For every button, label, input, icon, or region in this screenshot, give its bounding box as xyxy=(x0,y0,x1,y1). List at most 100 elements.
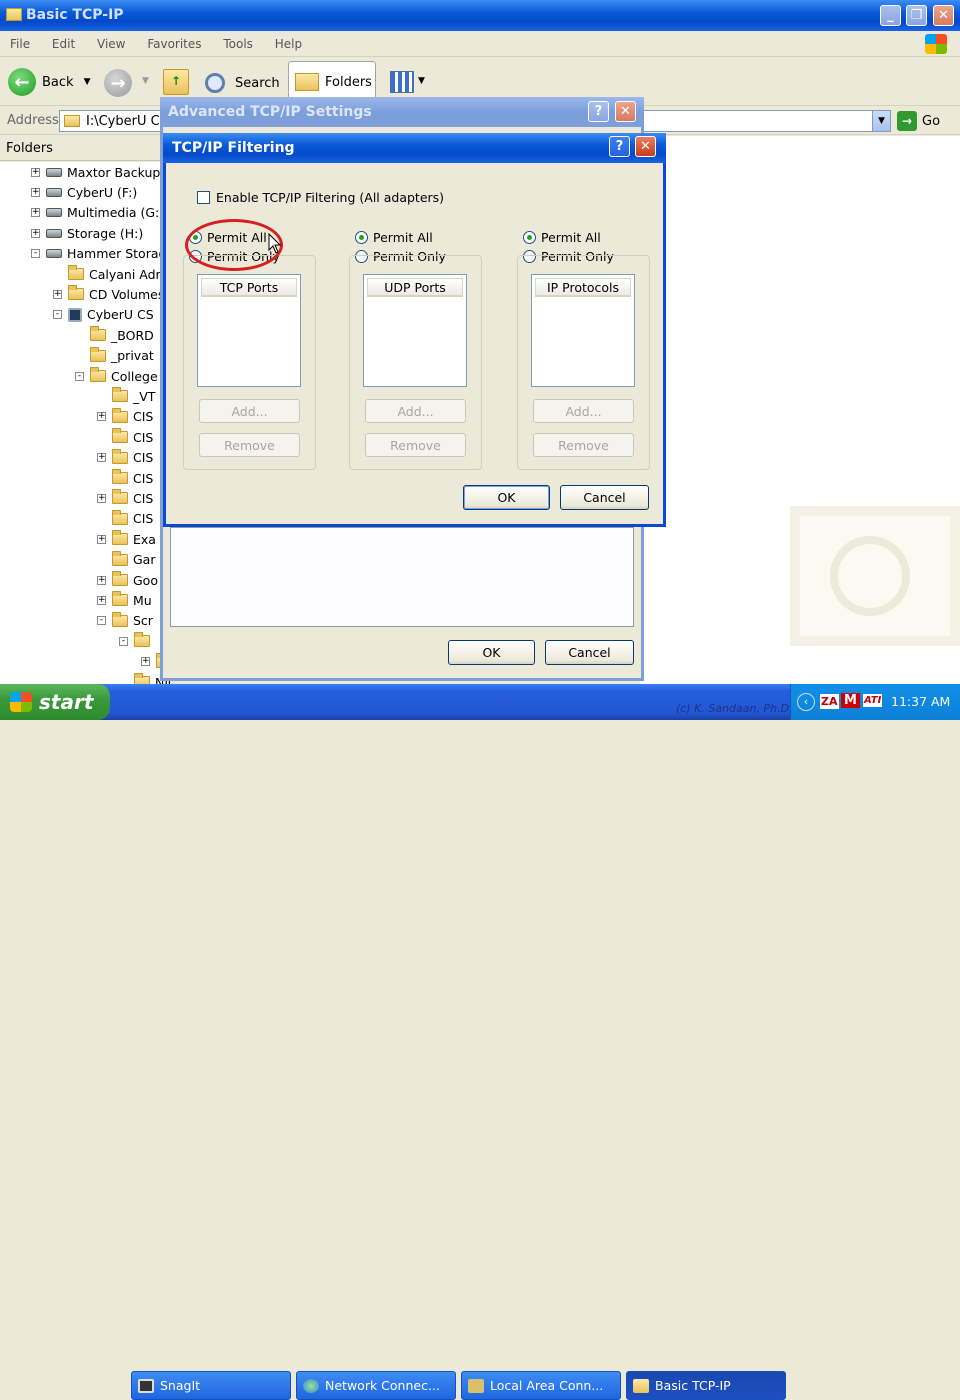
tree-item[interactable]: + Mu xyxy=(0,590,152,610)
chevron-down-icon[interactable]: ▼ xyxy=(872,111,890,131)
expand-icon[interactable]: + xyxy=(53,289,62,299)
chevron-down-icon[interactable]: ▼ xyxy=(142,76,149,86)
tcp-add-button[interactable]: Add... xyxy=(199,399,300,423)
menu-help[interactable]: Help xyxy=(275,37,302,51)
tree-item[interactable]: _privat xyxy=(0,346,154,366)
tree-item[interactable]: + CIS xyxy=(0,448,153,468)
tree-item[interactable]: Calyani Adr xyxy=(0,264,161,284)
expand-icon[interactable]: + xyxy=(97,595,106,605)
tree-item[interactable]: + Exa xyxy=(0,529,156,549)
taskbar-basic-tcpip[interactable]: Basic TCP-IP xyxy=(626,1371,786,1400)
enable-filtering-checkbox[interactable] xyxy=(197,191,210,204)
search-button[interactable]: Search xyxy=(205,68,280,98)
chevron-down-icon[interactable]: ▼ xyxy=(84,77,91,87)
collapse-icon[interactable]: - xyxy=(31,249,40,259)
enable-filtering-checkbox-row[interactable]: Enable TCP/IP Filtering (All adapters) xyxy=(197,190,444,205)
tree-item[interactable]: _BORD xyxy=(0,325,154,345)
tree-item[interactable]: + Maxtor Backup xyxy=(0,162,160,182)
expand-icon[interactable]: + xyxy=(31,167,40,177)
filtering-ok-button[interactable]: OK xyxy=(463,485,550,510)
advanced-titlebar[interactable]: Advanced TCP/IP Settings ? ✕ xyxy=(160,97,644,127)
udp-permit-all-row[interactable]: Permit All xyxy=(355,230,455,246)
collapse-icon[interactable]: - xyxy=(53,310,62,320)
advanced-cancel-button[interactable]: Cancel xyxy=(545,640,634,665)
filtering-titlebar[interactable]: TCP/IP Filtering ? ✕ xyxy=(163,133,666,163)
ip-add-button[interactable]: Add... xyxy=(533,399,634,423)
tree-item[interactable]: CIS xyxy=(0,468,153,488)
help-button[interactable]: ? xyxy=(588,101,609,122)
tree-item[interactable]: CIS xyxy=(0,427,153,447)
taskbar-network-connections[interactable]: Network Connec... xyxy=(296,1371,456,1400)
tree-item[interactable]: Gar xyxy=(0,550,156,570)
chevron-down-icon[interactable]: ▼ xyxy=(418,76,425,86)
collapse-icon[interactable]: - xyxy=(119,636,128,646)
taskbar-snagit[interactable]: SnagIt xyxy=(131,1371,291,1400)
tree-item[interactable]: CIS xyxy=(0,509,153,529)
tree-item[interactable]: - College xyxy=(0,366,158,386)
tree-item[interactable]: + CyberU (F:) xyxy=(0,182,137,202)
maximize-button[interactable]: ❐ xyxy=(906,5,927,26)
taskbar-local-area-connection[interactable]: Local Area Conn... xyxy=(461,1371,621,1400)
close-button[interactable]: ✕ xyxy=(615,101,636,122)
tree-item[interactable]: + Storage (H:) xyxy=(0,223,143,243)
tree-item[interactable]: + Multimedia (G:) xyxy=(0,203,164,223)
tree-item[interactable]: - CyberU CS xyxy=(0,305,154,325)
close-button[interactable]: ✕ xyxy=(933,5,954,26)
tcp-listbox[interactable]: TCP Ports xyxy=(197,274,301,387)
expand-icon[interactable]: + xyxy=(97,453,106,463)
menu-favorites[interactable]: Favorites xyxy=(147,37,201,51)
views-icon[interactable] xyxy=(390,71,414,93)
udp-add-button[interactable]: Add... xyxy=(365,399,466,423)
help-button[interactable]: ? xyxy=(609,136,630,157)
udp-remove-button[interactable]: Remove xyxy=(365,433,466,457)
forward-arrow-icon[interactable]: → xyxy=(104,69,132,97)
collapse-icon[interactable]: - xyxy=(75,371,84,381)
tree-item[interactable]: + CIS xyxy=(0,407,153,427)
go-button[interactable]: → Go xyxy=(897,110,940,132)
collapse-icon[interactable]: - xyxy=(97,616,106,626)
ip-column-header[interactable]: IP Protocols xyxy=(535,278,631,297)
tree-item[interactable]: + xyxy=(0,652,170,672)
ip-permit-all-row[interactable]: Permit All xyxy=(523,230,623,246)
expand-icon[interactable]: + xyxy=(97,534,106,544)
udp-permit-all-radio[interactable] xyxy=(355,231,368,244)
expand-icon[interactable]: + xyxy=(141,657,150,667)
tree-item[interactable]: _VT xyxy=(0,386,155,406)
advanced-ok-button[interactable]: OK xyxy=(448,640,535,665)
udp-listbox[interactable]: UDP Ports xyxy=(363,274,467,387)
tree-item[interactable]: + CD Volumes xyxy=(0,284,164,304)
udp-column-header[interactable]: UDP Ports xyxy=(367,278,463,297)
filtering-cancel-button[interactable]: Cancel xyxy=(560,485,649,510)
expand-icon[interactable]: + xyxy=(31,228,40,238)
menu-tools[interactable]: Tools xyxy=(223,37,253,51)
ip-listbox[interactable]: IP Protocols xyxy=(531,274,635,387)
tray-mcafee-icon[interactable]: M xyxy=(841,693,860,708)
tree-item[interactable]: + Goo xyxy=(0,570,158,590)
expand-icon[interactable]: + xyxy=(31,187,40,197)
minimize-button[interactable]: _ xyxy=(880,5,901,26)
explorer-titlebar[interactable]: Basic TCP-IP _ ❐ ✕ xyxy=(0,0,960,31)
menu-edit[interactable]: Edit xyxy=(52,37,75,51)
menu-file[interactable]: File xyxy=(10,37,30,51)
tray-zonealarm-icon[interactable]: ZA xyxy=(820,694,839,709)
tray-ati-icon[interactable]: ATI xyxy=(863,694,883,707)
ip-permit-all-radio[interactable] xyxy=(523,231,536,244)
up-folder-icon[interactable]: ↑ xyxy=(163,69,189,95)
expand-icon[interactable]: + xyxy=(97,575,106,585)
expand-icon[interactable]: + xyxy=(97,412,106,422)
start-button[interactable]: start xyxy=(0,684,110,720)
expand-icon[interactable]: + xyxy=(97,493,106,503)
udp-add-label: Add... xyxy=(397,403,434,419)
menu-view[interactable]: View xyxy=(97,37,125,51)
tree-item[interactable]: - Hammer Storag xyxy=(0,244,166,264)
tree-item[interactable]: - Scr xyxy=(0,611,153,631)
tcp-remove-button[interactable]: Remove xyxy=(199,433,300,457)
tcp-column-header[interactable]: TCP Ports xyxy=(201,278,297,297)
back-button[interactable]: ← Back ▼ xyxy=(8,66,90,98)
tray-chevron-icon[interactable]: ‹ xyxy=(797,693,815,711)
expand-icon[interactable]: + xyxy=(31,208,40,218)
tree-item[interactable]: - xyxy=(0,631,155,651)
tree-item[interactable]: + CIS xyxy=(0,488,153,508)
ip-remove-button[interactable]: Remove xyxy=(533,433,634,457)
close-button[interactable]: ✕ xyxy=(635,136,656,157)
